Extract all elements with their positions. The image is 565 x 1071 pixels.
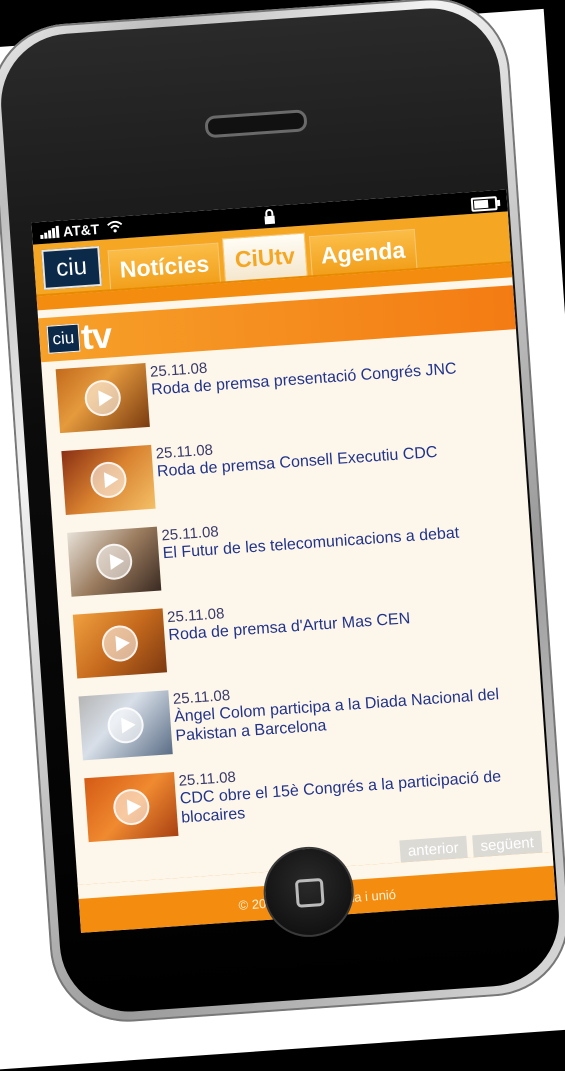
- battery-icon: [470, 196, 498, 212]
- lock-icon: [262, 209, 277, 226]
- play-icon[interactable]: [100, 624, 140, 663]
- video-thumbnail[interactable]: [72, 608, 168, 679]
- phone-bezel: AT&T ciu Notícies CiUtv Agenda ciu tv 25…: [0, 0, 565, 1027]
- iphone-device: AT&T ciu Notícies CiUtv Agenda ciu tv 25…: [0, 0, 565, 1027]
- video-list: 25.11.08 Roda de premsa presentació Cong…: [41, 329, 550, 855]
- video-thumbnail[interactable]: [61, 444, 156, 515]
- tab-ciutv[interactable]: CiUtv: [222, 232, 308, 282]
- play-icon[interactable]: [112, 787, 151, 827]
- wifi-icon: [107, 219, 124, 236]
- video-thumbnail[interactable]: [67, 526, 162, 597]
- video-thumbnail[interactable]: [84, 772, 179, 843]
- tab-noticies[interactable]: Notícies: [107, 242, 222, 290]
- phone-screen: AT&T ciu Notícies CiUtv Agenda ciu tv 25…: [31, 189, 556, 933]
- play-icon[interactable]: [94, 542, 134, 581]
- play-icon[interactable]: [106, 706, 145, 745]
- ciu-logo[interactable]: ciu: [41, 245, 102, 290]
- ciutv-logo-ciu: ciu: [46, 323, 81, 354]
- play-icon[interactable]: [89, 460, 128, 500]
- video-thumbnail[interactable]: [78, 690, 173, 761]
- tab-agenda[interactable]: Agenda: [308, 228, 418, 276]
- video-thumbnail[interactable]: [55, 363, 150, 434]
- signal-icon: [40, 225, 60, 240]
- home-square-icon: [294, 877, 325, 908]
- phone-face: AT&T ciu Notícies CiUtv Agenda ciu tv 25…: [0, 3, 564, 1017]
- ciutv-logo-tv: tv: [79, 314, 113, 358]
- speaker-grille: [204, 109, 308, 139]
- carrier-label: AT&T: [62, 220, 100, 240]
- play-icon[interactable]: [83, 378, 122, 418]
